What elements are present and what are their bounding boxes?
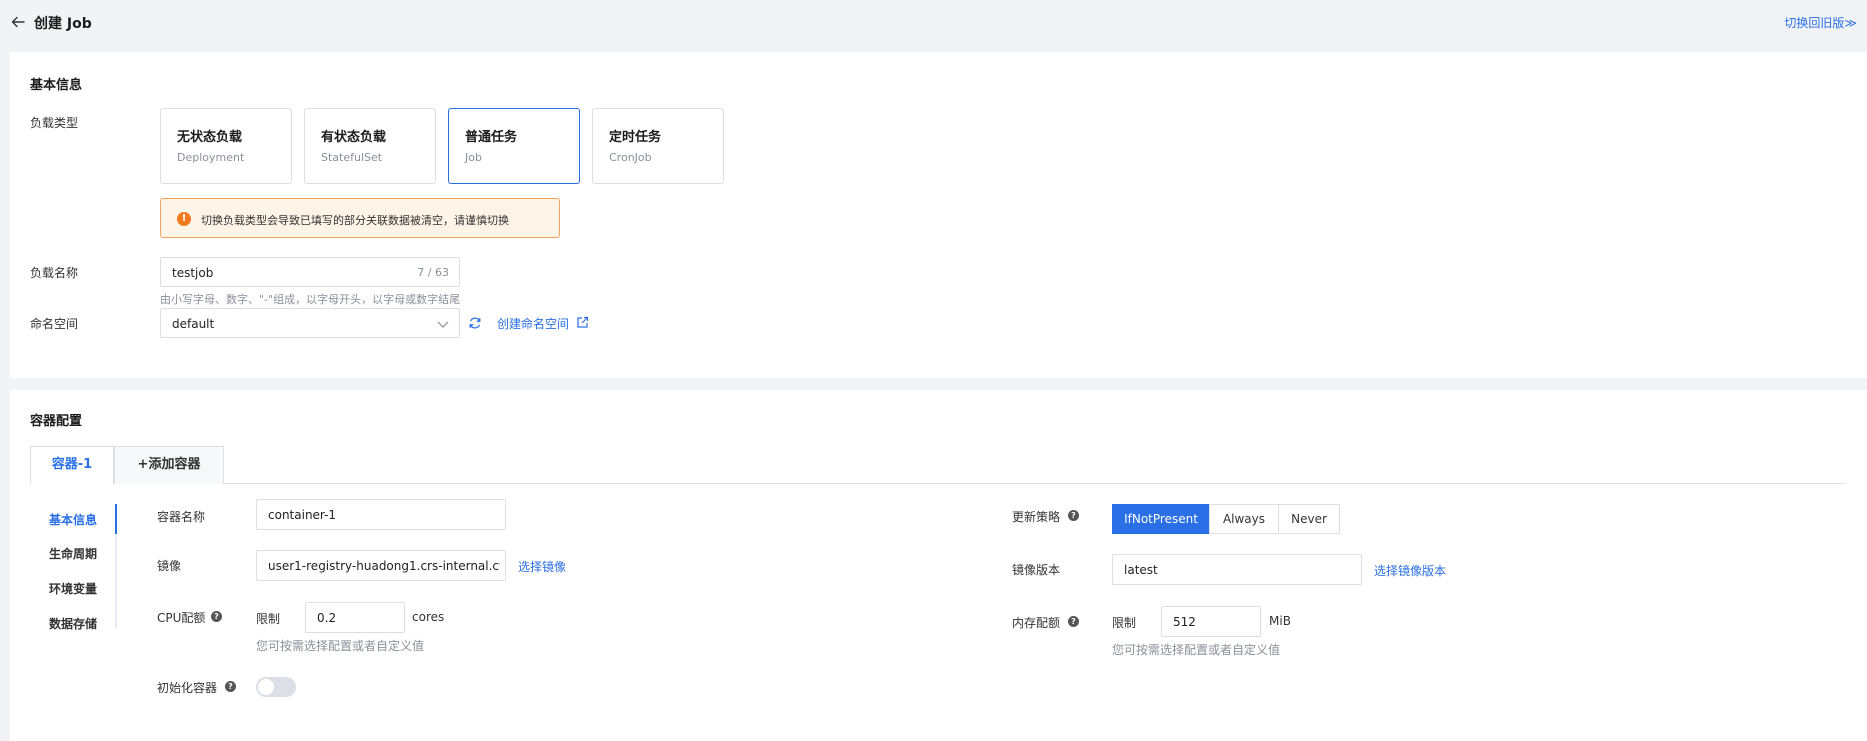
memory-quota-label: 内存配额 xyxy=(1012,616,1061,630)
page-title: 创建 Job xyxy=(34,16,92,32)
side-nav-basic-info[interactable]: 基本信息 xyxy=(49,511,97,528)
help-icon[interactable]: ? xyxy=(225,681,236,692)
tile-subtitle: Deployment xyxy=(177,151,245,164)
image-version-input[interactable]: latest xyxy=(1112,554,1362,585)
image-version-label: 镜像版本 xyxy=(1012,563,1061,577)
init-container-label: 初始化容器 xyxy=(157,681,218,695)
select-value: default xyxy=(172,317,215,331)
warning-text: 切换负载类型会导致已填写的部分关联数据被清空，请谨慎切换 xyxy=(201,214,509,227)
top-bar: 创建 Job 切换回旧版≫ xyxy=(0,0,1867,44)
workload-name-input[interactable]: testjob 7 / 63 xyxy=(160,257,460,287)
refresh-icon[interactable] xyxy=(468,316,482,330)
input-value: testjob xyxy=(172,266,214,280)
help-icon[interactable]: ? xyxy=(211,611,222,622)
memory-unit: MiB xyxy=(1269,614,1291,628)
workload-type-statefulset[interactable]: 有状态负载 StatefulSet xyxy=(304,108,436,184)
tile-subtitle: StatefulSet xyxy=(321,151,383,164)
input-value: container-1 xyxy=(268,508,337,522)
select-image-version-link[interactable]: 选择镜像版本 xyxy=(1374,562,1446,579)
container-config-card: 容器配置 容器-1 +添加容器 基本信息 生命周期 环境变量 数据存储 容器名称… xyxy=(10,390,1867,741)
cpu-limit-input[interactable]: 0.2 xyxy=(305,602,405,633)
plus-icon: + xyxy=(137,457,149,472)
side-nav-storage[interactable]: 数据存储 xyxy=(49,615,97,632)
tile-title: 有状态负载 xyxy=(321,130,387,145)
container-name-label: 容器名称 xyxy=(157,510,206,524)
image-label: 镜像 xyxy=(157,559,182,573)
toggle-knob xyxy=(258,679,274,695)
tab-container-1[interactable]: 容器-1 xyxy=(30,446,114,484)
char-counter: 7 / 63 xyxy=(417,266,449,279)
side-nav-indicator xyxy=(115,504,117,534)
input-value: latest xyxy=(1124,563,1158,577)
warning-alert: ! 切换负载类型会导致已填写的部分关联数据被清空，请谨慎切换 xyxy=(160,198,560,238)
init-container-toggle[interactable] xyxy=(256,677,296,697)
workload-name-hint: 由小写字母、数字、"-"组成，以字母开头，以字母或数字结尾 xyxy=(160,293,461,306)
workload-type-job[interactable]: 普通任务 Job xyxy=(448,108,580,184)
tile-subtitle: Job xyxy=(465,151,482,164)
cpu-quota-label: CPU配额 xyxy=(157,611,206,625)
memory-hint: 您可按需选择配置或者自定义值 xyxy=(1112,643,1281,657)
tile-title: 普通任务 xyxy=(465,130,518,145)
back-arrow-icon[interactable] xyxy=(10,14,26,30)
namespace-select[interactable]: default xyxy=(160,308,460,338)
container-name-input[interactable]: container-1 xyxy=(256,499,506,530)
tile-title: 无状态负载 xyxy=(177,130,243,145)
namespace-label: 命名空间 xyxy=(30,317,79,331)
cpu-hint: 您可按需选择配置或者自定义值 xyxy=(256,639,425,653)
switch-old-version-link[interactable]: 切换回旧版≫ xyxy=(1784,14,1857,31)
input-value: user1-registry-huadong1.crs-internal.cty… xyxy=(268,559,500,573)
workload-name-label: 负载名称 xyxy=(30,266,79,280)
side-nav-env-vars[interactable]: 环境变量 xyxy=(49,580,97,597)
help-icon[interactable]: ? xyxy=(1068,616,1079,627)
cpu-unit: cores xyxy=(412,610,445,624)
section-title-container: 容器配置 xyxy=(30,414,83,429)
tab-add-container[interactable]: +添加容器 xyxy=(114,446,224,484)
workload-type-deployment[interactable]: 无状态负载 Deployment xyxy=(160,108,292,184)
tile-title: 定时任务 xyxy=(609,130,662,145)
input-value: 512 xyxy=(1173,615,1196,629)
basic-info-card: 基本信息 负载类型 无状态负载 Deployment 有状态负载 Statefu… xyxy=(10,52,1867,378)
help-icon[interactable]: ? xyxy=(1068,510,1079,521)
image-input[interactable]: user1-registry-huadong1.crs-internal.cty… xyxy=(256,550,506,581)
policy-never[interactable]: Never xyxy=(1278,504,1340,534)
tab-label: 添加容器 xyxy=(148,457,201,472)
tab-bar-divider xyxy=(30,483,1846,484)
cpu-limit-label: 限制 xyxy=(256,612,281,626)
tile-subtitle: CronJob xyxy=(609,151,652,164)
update-policy-label: 更新策略 xyxy=(1012,510,1061,524)
input-value: 0.2 xyxy=(317,611,337,625)
warning-icon: ! xyxy=(177,212,191,226)
side-nav-lifecycle[interactable]: 生命周期 xyxy=(49,545,97,562)
section-title-basic: 基本信息 xyxy=(30,78,83,93)
external-link-icon[interactable] xyxy=(576,316,589,329)
memory-limit-label: 限制 xyxy=(1112,616,1137,630)
workload-type-cronjob[interactable]: 定时任务 CronJob xyxy=(592,108,724,184)
policy-always[interactable]: Always xyxy=(1209,504,1279,534)
chevron-down-icon xyxy=(437,321,449,328)
workload-type-label: 负载类型 xyxy=(30,116,79,130)
create-namespace-link[interactable]: 创建命名空间 xyxy=(497,315,569,332)
policy-ifnotpresent[interactable]: IfNotPresent xyxy=(1112,504,1210,534)
memory-limit-input[interactable]: 512 xyxy=(1161,606,1261,637)
select-image-link[interactable]: 选择镜像 xyxy=(518,558,566,575)
